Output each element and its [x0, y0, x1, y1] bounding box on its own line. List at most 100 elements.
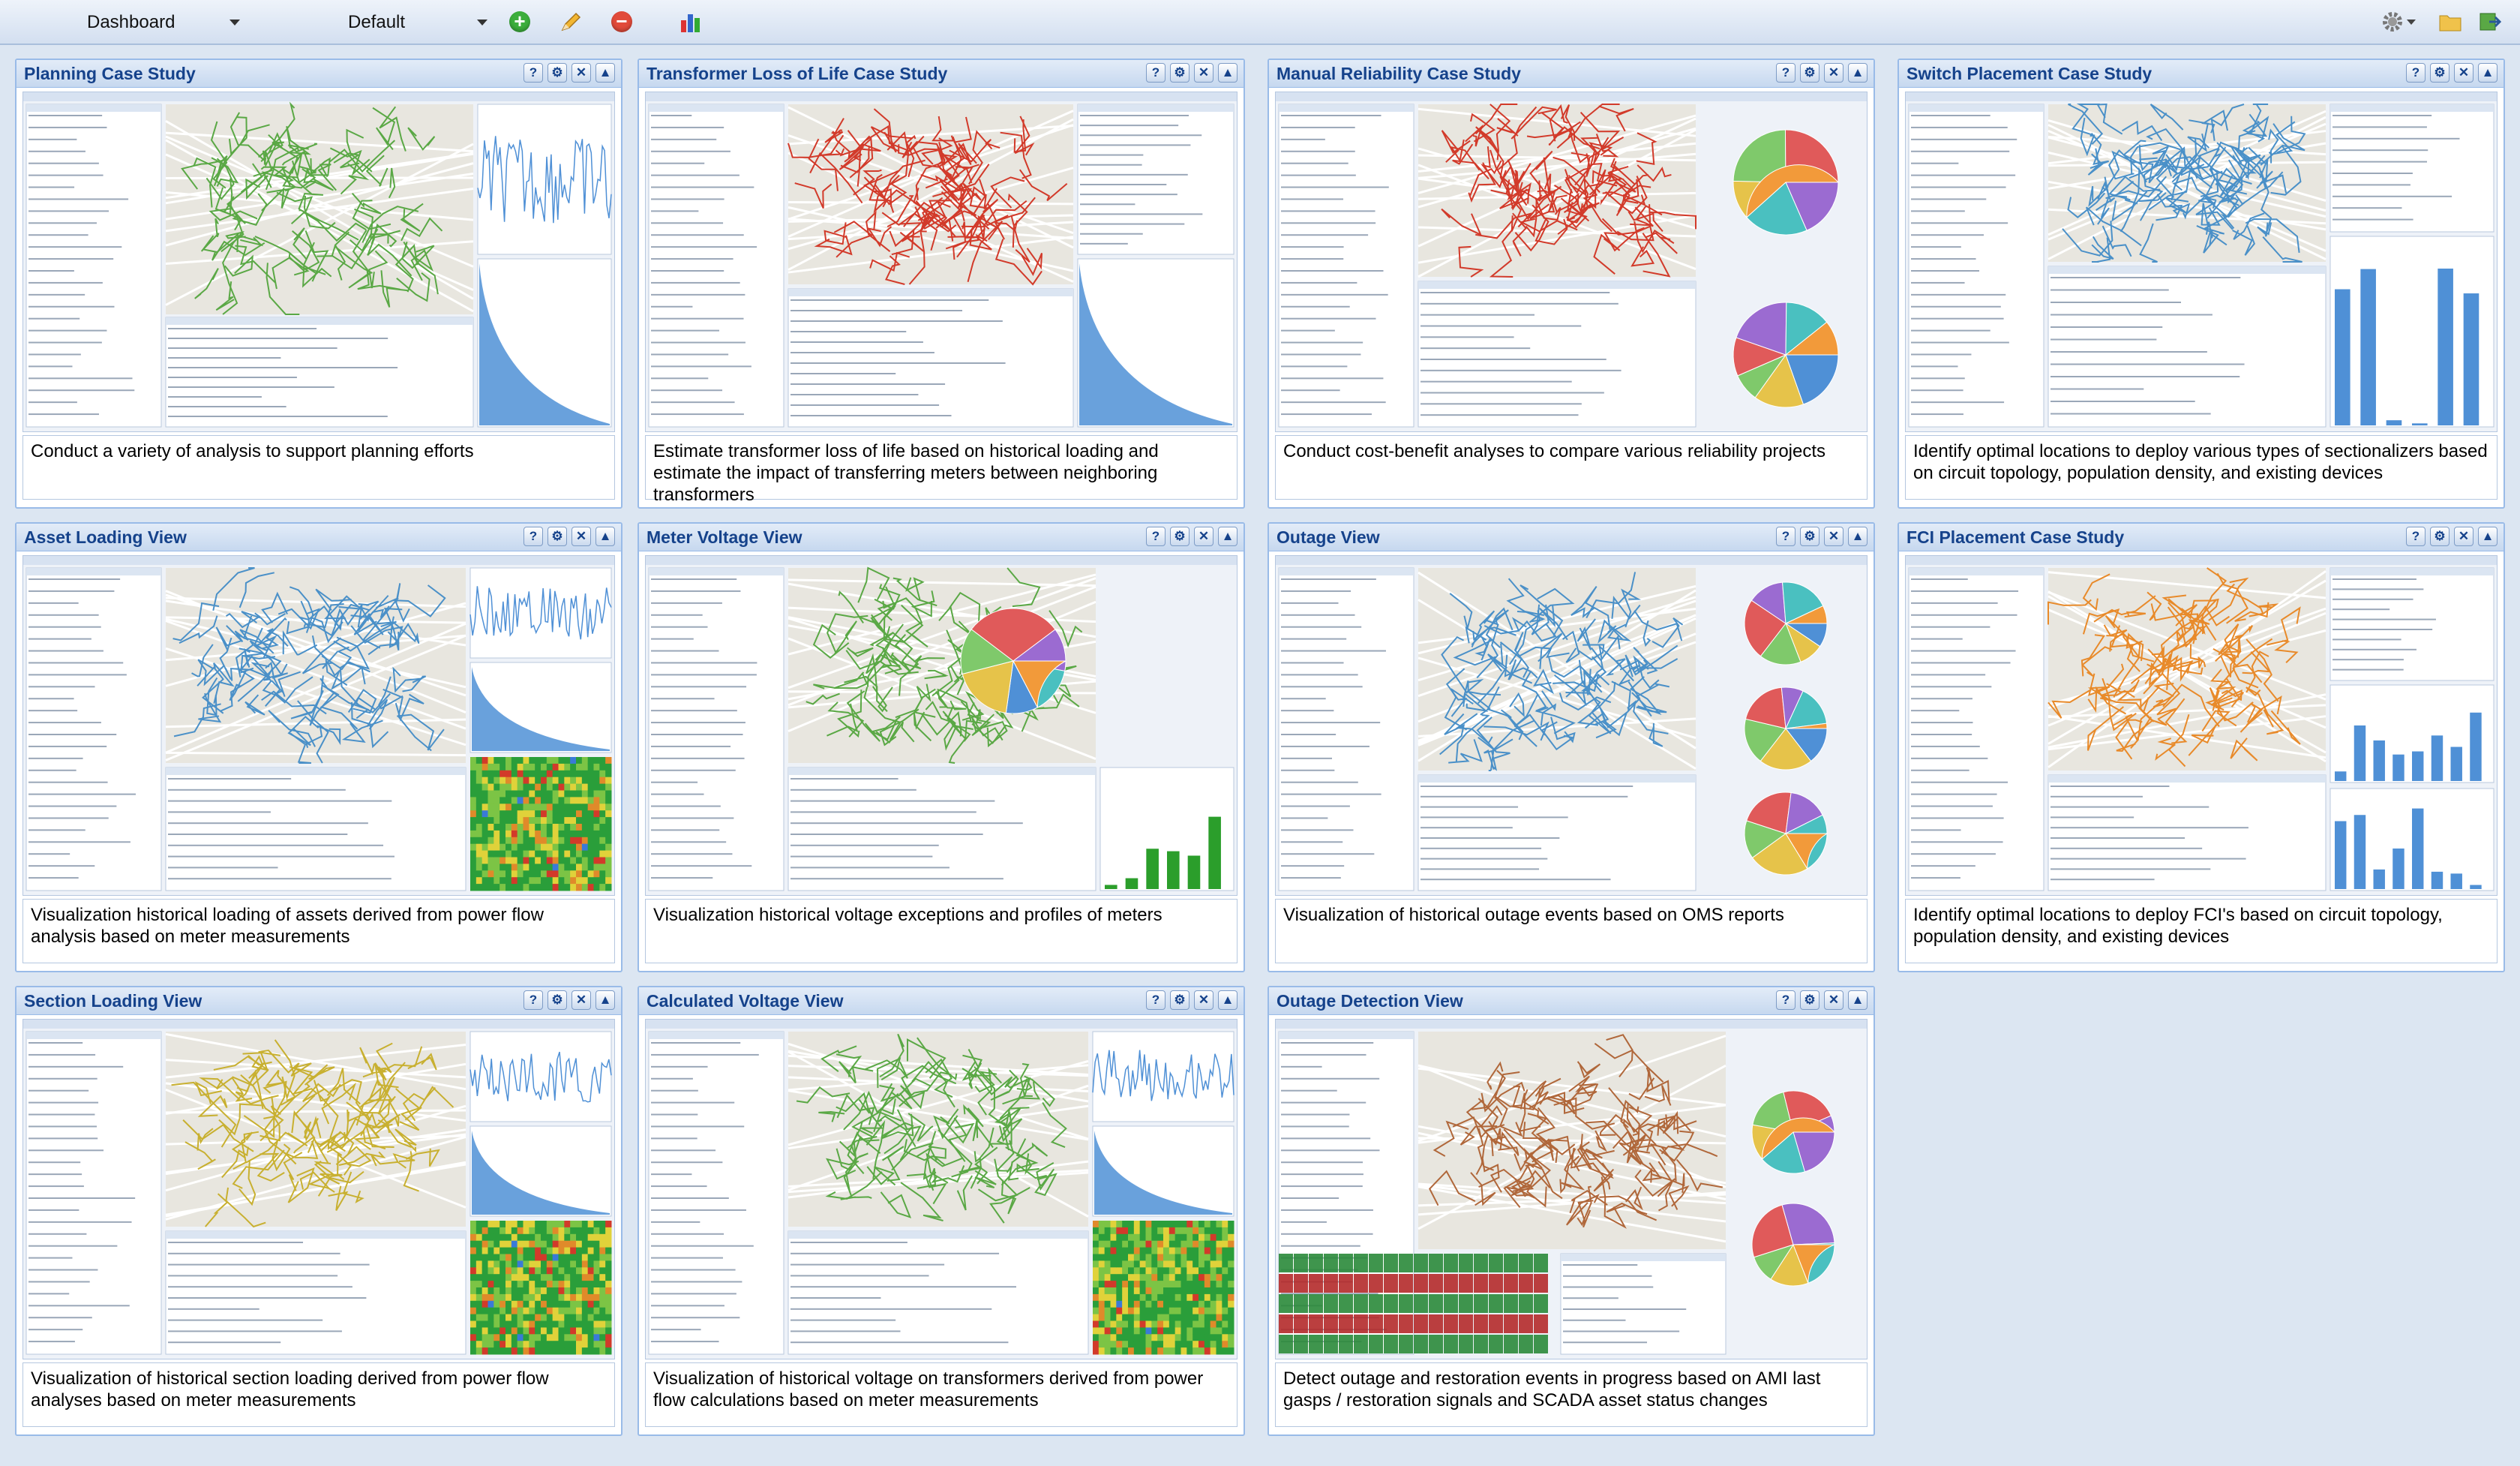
portlet-header[interactable]: Planning Case Study ? ⚙ ✕ ▲ [16, 60, 621, 88]
preview-screenshot[interactable] [1275, 555, 1868, 896]
help-button[interactable]: ? [2406, 527, 2426, 546]
preview-screenshot[interactable] [22, 92, 615, 432]
preview-screenshot[interactable] [645, 555, 1238, 896]
help-button[interactable]: ? [1776, 990, 1796, 1010]
gear-icon [2383, 12, 2402, 32]
portlet-tools: ? ⚙ ✕ ▲ [2406, 527, 2498, 546]
collapse-button[interactable]: ▲ [1848, 990, 1868, 1010]
portlet-header[interactable]: Outage Detection View ? ⚙ ✕ ▲ [1269, 987, 1874, 1015]
export-button[interactable] [2476, 9, 2502, 35]
help-button[interactable]: ? [1146, 527, 1166, 546]
collapse-button[interactable]: ▲ [1848, 63, 1868, 83]
close-button[interactable]: ✕ [2454, 63, 2474, 83]
folder-icon [2439, 15, 2462, 32]
close-button[interactable]: ✕ [572, 527, 591, 546]
close-button[interactable]: ✕ [1194, 63, 1214, 83]
collapse-button[interactable]: ▲ [1218, 527, 1238, 546]
close-button[interactable]: ✕ [1194, 990, 1214, 1010]
portlet-title: Section Loading View [24, 990, 202, 1011]
open-folder-button[interactable] [2438, 9, 2463, 35]
portlet-title: Outage Detection View [1276, 990, 1463, 1011]
plus-circle-icon: + [509, 11, 530, 32]
portlet-tools: ? ⚙ ✕ ▲ [1776, 990, 1868, 1010]
preview-screenshot[interactable] [645, 1019, 1238, 1359]
collapse-button[interactable]: ▲ [2478, 63, 2498, 83]
collapse-button[interactable]: ▲ [596, 527, 615, 546]
gear-icon[interactable]: ⚙ [1800, 63, 1820, 83]
portlet-manual-reliability: Manual Reliability Case Study ? ⚙ ✕ ▲ Co… [1268, 59, 1875, 509]
portlet-header[interactable]: Section Loading View ? ⚙ ✕ ▲ [16, 987, 621, 1015]
close-button[interactable]: ✕ [1824, 527, 1844, 546]
remove-dashboard-button[interactable]: − [609, 9, 634, 35]
edit-dashboard-button[interactable] [558, 9, 584, 35]
portlet-description: Visualization of historical voltage on t… [645, 1362, 1238, 1427]
portlet-title: Switch Placement Case Study [1906, 63, 2152, 83]
portlet-meter-voltage-view: Meter Voltage View ? ⚙ ✕ ▲ Visualization… [638, 522, 1245, 972]
portlet-description: Visualization historical loading of asse… [22, 899, 615, 963]
portlet-header[interactable]: Meter Voltage View ? ⚙ ✕ ▲ [639, 524, 1244, 551]
close-button[interactable]: ✕ [572, 63, 591, 83]
collapse-button[interactable]: ▲ [2478, 527, 2498, 546]
gear-icon[interactable]: ⚙ [1170, 990, 1190, 1010]
portlet-header[interactable]: Outage View ? ⚙ ✕ ▲ [1269, 524, 1874, 551]
help-button[interactable]: ? [524, 63, 543, 83]
help-button[interactable]: ? [1776, 63, 1796, 83]
gear-icon[interactable]: ⚙ [1170, 63, 1190, 83]
portlet-title: Planning Case Study [24, 63, 196, 83]
gear-icon[interactable]: ⚙ [1800, 527, 1820, 546]
portlet-tools: ? ⚙ ✕ ▲ [2406, 63, 2498, 83]
portlet-description: Detect outage and restoration events in … [1275, 1362, 1868, 1427]
help-button[interactable]: ? [1776, 527, 1796, 546]
help-button[interactable]: ? [2406, 63, 2426, 83]
gear-icon[interactable]: ⚙ [548, 63, 567, 83]
preview-screenshot[interactable] [22, 555, 615, 896]
portlet-header[interactable]: Asset Loading View ? ⚙ ✕ ▲ [16, 524, 621, 551]
portlet-header[interactable]: Calculated Voltage View ? ⚙ ✕ ▲ [639, 987, 1244, 1015]
portlet-title: Asset Loading View [24, 527, 187, 547]
close-button[interactable]: ✕ [1824, 63, 1844, 83]
portlet-header[interactable]: Manual Reliability Case Study ? ⚙ ✕ ▲ [1269, 60, 1874, 88]
help-button[interactable]: ? [1146, 990, 1166, 1010]
portlet-description: Visualization historical voltage excepti… [645, 899, 1238, 963]
help-button[interactable]: ? [524, 990, 543, 1010]
layout-select[interactable]: Default [348, 8, 488, 38]
collapse-button[interactable]: ▲ [1848, 527, 1868, 546]
gear-icon[interactable]: ⚙ [548, 990, 567, 1010]
portlet-header[interactable]: Transformer Loss of Life Case Study ? ⚙ … [639, 60, 1244, 88]
close-button[interactable]: ✕ [1824, 990, 1844, 1010]
portlet-title: Transformer Loss of Life Case Study [646, 63, 948, 83]
portlet-tools: ? ⚙ ✕ ▲ [1146, 990, 1238, 1010]
gear-icon[interactable]: ⚙ [2430, 527, 2450, 546]
add-dashboard-button[interactable]: + [507, 9, 532, 35]
chevron-down-icon [477, 20, 488, 26]
close-button[interactable]: ✕ [572, 990, 591, 1010]
collapse-button[interactable]: ▲ [1218, 63, 1238, 83]
portlet-header[interactable]: FCI Placement Case Study ? ⚙ ✕ ▲ [1899, 524, 2504, 551]
preview-screenshot[interactable] [1275, 1019, 1868, 1359]
collapse-button[interactable]: ▲ [596, 63, 615, 83]
portlet-description: Visualization of historical outage event… [1275, 899, 1868, 963]
report-button[interactable] [678, 9, 704, 35]
gear-icon[interactable]: ⚙ [548, 527, 567, 546]
gear-icon[interactable]: ⚙ [2430, 63, 2450, 83]
portlet-description: Visualization of historical section load… [22, 1362, 615, 1427]
preview-screenshot[interactable] [1905, 92, 2498, 432]
collapse-button[interactable]: ▲ [596, 990, 615, 1010]
preview-screenshot[interactable] [645, 92, 1238, 432]
collapse-button[interactable]: ▲ [1218, 990, 1238, 1010]
help-button[interactable]: ? [524, 527, 543, 546]
close-button[interactable]: ✕ [2454, 527, 2474, 546]
settings-menu-button[interactable] [2379, 9, 2418, 35]
portlet-header[interactable]: Switch Placement Case Study ? ⚙ ✕ ▲ [1899, 60, 2504, 88]
preview-screenshot[interactable] [1905, 555, 2498, 896]
portlet-tools: ? ⚙ ✕ ▲ [1776, 527, 1868, 546]
close-button[interactable]: ✕ [1194, 527, 1214, 546]
portlet-description: Conduct a variety of analysis to support… [22, 435, 615, 500]
dashboard-select[interactable]: Dashboard [87, 8, 240, 38]
preview-screenshot[interactable] [1275, 92, 1868, 432]
help-button[interactable]: ? [1146, 63, 1166, 83]
preview-screenshot[interactable] [22, 1019, 615, 1359]
gear-icon[interactable]: ⚙ [1800, 990, 1820, 1010]
chevron-down-icon [2407, 19, 2416, 25]
gear-icon[interactable]: ⚙ [1170, 527, 1190, 546]
